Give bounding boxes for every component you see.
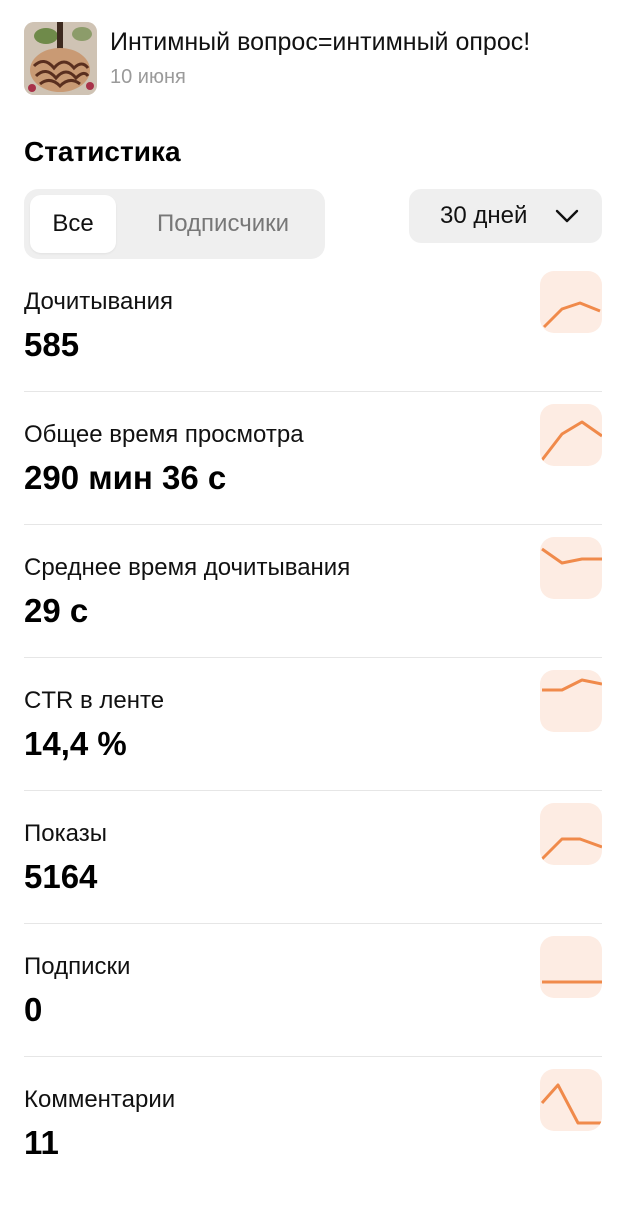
metric-label: Среднее время дочитывания bbox=[24, 554, 351, 581]
sparkline bbox=[540, 537, 602, 599]
period-dropdown[interactable]: 30 дней bbox=[409, 189, 602, 243]
sparkline bbox=[540, 670, 602, 732]
divider bbox=[24, 1056, 602, 1057]
sparkline bbox=[540, 803, 602, 865]
sparkline bbox=[540, 271, 602, 333]
stats-heading: Статистика bbox=[24, 136, 181, 167]
post-thumbnail bbox=[24, 22, 97, 95]
metric-label: CTR в ленте bbox=[24, 687, 165, 714]
audience-segmented-control: Все Подписчики bbox=[24, 189, 325, 259]
post-stats-sheet: Интимный вопрос=интимный опрос! 10 июня … bbox=[0, 0, 625, 1200]
post-title: Интимный вопрос=интимный опрос! bbox=[110, 28, 531, 56]
metric-row-impressions[interactable]: Показы 5164 bbox=[24, 803, 602, 952]
post-date: 10 июня bbox=[110, 66, 186, 88]
metric-label: Комментарии bbox=[24, 1086, 176, 1113]
divider bbox=[24, 923, 602, 924]
metric-value: 290 мин 36 с bbox=[24, 459, 227, 496]
metric-row-read-throughs[interactable]: Дочитывания 585 bbox=[24, 271, 602, 420]
sparkline bbox=[540, 936, 602, 998]
sparkline bbox=[540, 404, 602, 466]
metric-value: 585 bbox=[24, 326, 80, 363]
metric-value: 5164 bbox=[24, 858, 98, 895]
post-header[interactable]: Интимный вопрос=интимный опрос! 10 июня bbox=[24, 22, 604, 96]
tab-subscribers[interactable]: Подписчики bbox=[128, 195, 318, 253]
metric-row-subscriptions[interactable]: Подписки 0 bbox=[24, 936, 602, 1085]
sparkline bbox=[540, 1069, 602, 1131]
metric-label: Дочитывания bbox=[24, 288, 173, 315]
period-label: 30 дней bbox=[440, 202, 528, 229]
metric-value: 14,4 % bbox=[24, 725, 127, 762]
metric-row-ctr[interactable]: CTR в ленте 14,4 % bbox=[24, 670, 602, 819]
divider bbox=[24, 524, 602, 525]
divider bbox=[24, 790, 602, 791]
tab-all[interactable]: Все bbox=[30, 195, 116, 253]
metric-label: Подписки bbox=[24, 953, 131, 980]
metric-row-comments[interactable]: Комментарии 11 bbox=[24, 1069, 602, 1218]
metric-value: 29 с bbox=[24, 592, 89, 629]
metric-row-total-watch-time[interactable]: Общее время просмотра 290 мин 36 с bbox=[24, 404, 602, 553]
metric-value: 11 bbox=[24, 1124, 59, 1161]
metric-label: Показы bbox=[24, 820, 107, 847]
metric-row-avg-read-time[interactable]: Среднее время дочитывания 29 с bbox=[24, 537, 602, 686]
divider bbox=[24, 391, 602, 392]
chevron-down-icon bbox=[555, 209, 579, 223]
metric-label: Общее время просмотра bbox=[24, 421, 304, 448]
divider bbox=[24, 657, 602, 658]
metric-value: 0 bbox=[24, 991, 43, 1028]
